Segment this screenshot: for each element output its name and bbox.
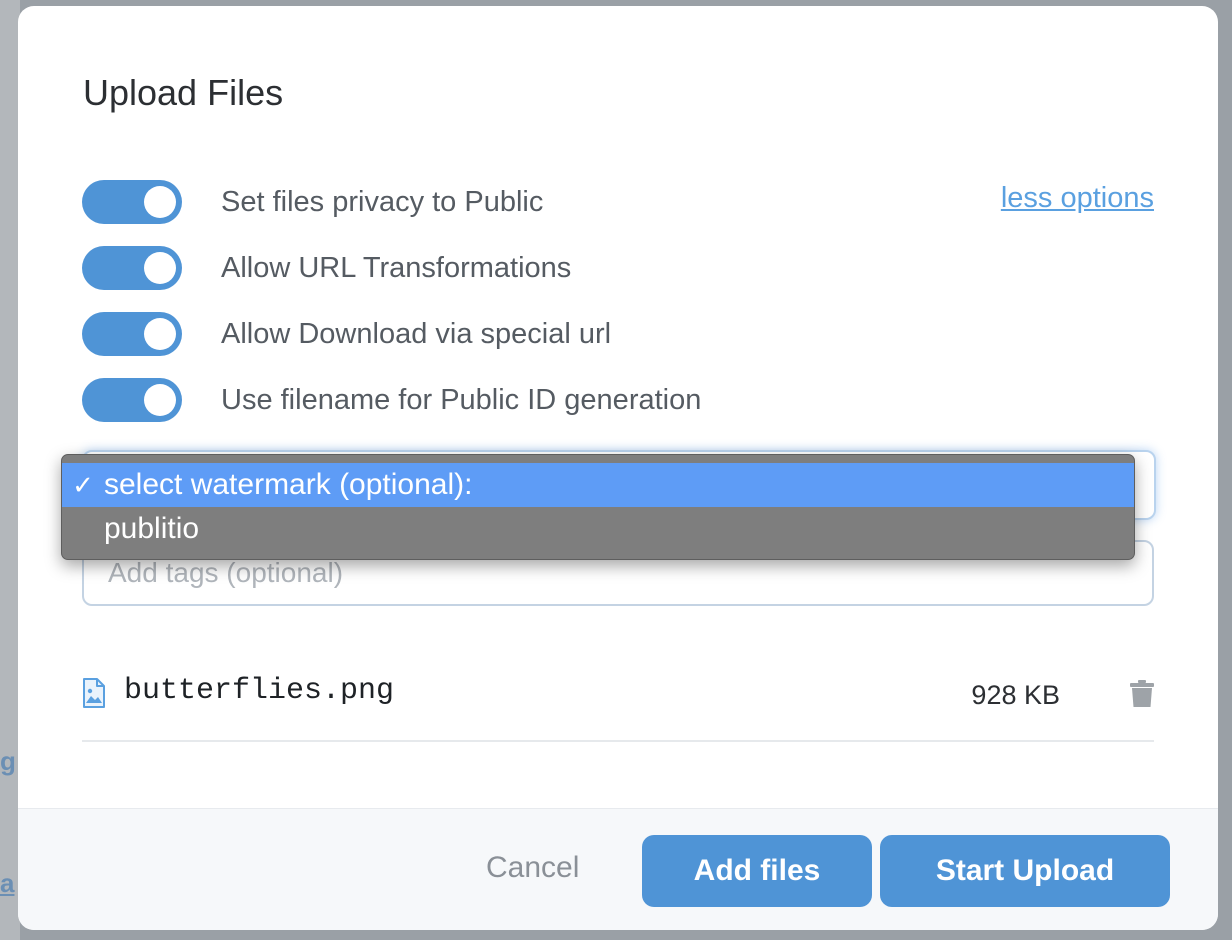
toggle-row-download: Allow Download via special url: [82, 312, 611, 356]
toggle-row-filename-id: Use filename for Public ID generation: [82, 378, 701, 422]
less-options-link[interactable]: less options: [1001, 182, 1154, 215]
start-upload-button[interactable]: Start Upload: [880, 835, 1170, 907]
backdrop-text-fragment: g: [0, 746, 16, 776]
filename-public-id-label: Use filename for Public ID generation: [221, 383, 702, 416]
backdrop-link-fragment: a: [0, 868, 15, 898]
allow-download-label: Allow Download via special url: [221, 317, 612, 350]
file-name: butterflies.png: [124, 674, 395, 708]
dropdown-option-label: select watermark (optional):: [104, 468, 473, 501]
checkmark-icon: ✓: [72, 469, 94, 500]
cancel-button[interactable]: Cancel: [486, 851, 579, 885]
dropdown-option-select-watermark[interactable]: ✓ select watermark (optional):: [62, 463, 1134, 507]
backdrop-panel: [0, 0, 20, 940]
file-size: 928 KB: [971, 680, 1060, 710]
toggle-knob: [144, 252, 176, 284]
dropdown-option-publitio[interactable]: publitio: [62, 507, 1134, 551]
url-transformations-toggle[interactable]: [82, 246, 182, 290]
toggle-knob: [144, 384, 176, 416]
toggle-knob: [144, 318, 176, 350]
toggle-row-privacy: Set files privacy to Public: [82, 180, 543, 224]
url-transformations-label: Allow URL Transformations: [221, 251, 572, 284]
modal-footer: Cancel Add files Start Upload: [18, 808, 1218, 930]
modal-title: Upload Files: [83, 72, 284, 113]
toggle-knob: [144, 186, 176, 218]
dropdown-option-label: publitio: [104, 512, 200, 545]
watermark-dropdown-menu: ✓ select watermark (optional): publitio: [61, 454, 1135, 560]
allow-download-toggle[interactable]: [82, 312, 182, 356]
file-list-item: butterflies.png 928 KB: [82, 672, 1154, 742]
add-files-button[interactable]: Add files: [642, 835, 872, 907]
privacy-public-toggle[interactable]: [82, 180, 182, 224]
image-file-icon: [83, 678, 105, 708]
toggle-row-url-transformations: Allow URL Transformations: [82, 246, 571, 290]
trash-icon[interactable]: [1130, 680, 1154, 708]
privacy-public-label: Set files privacy to Public: [221, 185, 544, 218]
filename-public-id-toggle[interactable]: [82, 378, 182, 422]
